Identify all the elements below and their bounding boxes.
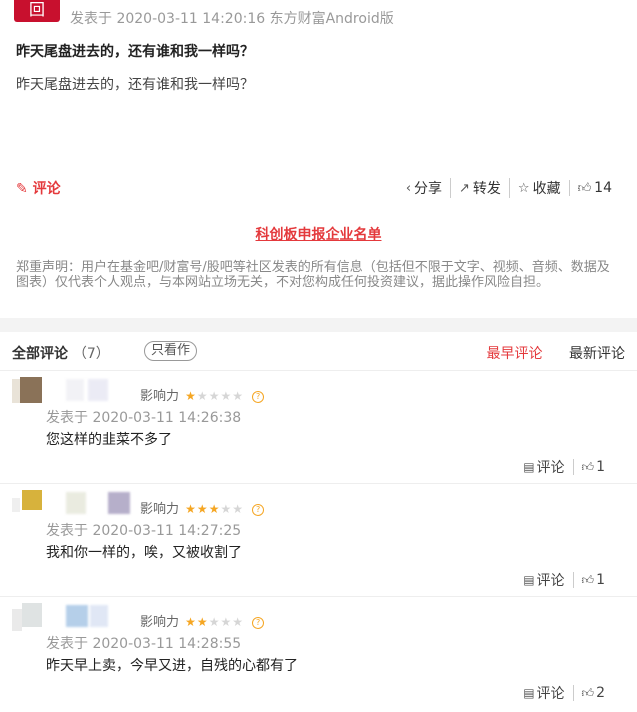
comment-text: 我和你一样的，唉，又被收割了 bbox=[46, 545, 242, 561]
star-icon: ☆ bbox=[517, 180, 530, 196]
like-button[interactable]: 👍︎ 1 bbox=[572, 459, 613, 475]
comments-title: 全部评论 （7） bbox=[12, 343, 110, 363]
sort-controls: 最早评论 最新评论 bbox=[487, 343, 625, 363]
influence-rating: 影响力 ★★★★★ ? bbox=[140, 385, 265, 404]
avatar[interactable] bbox=[12, 377, 42, 407]
avatar[interactable] bbox=[12, 603, 42, 633]
star-icon: ★ bbox=[220, 615, 233, 629]
comment-time: 发表于 2020-03-11 14:26:38 bbox=[46, 410, 242, 426]
reply-label: 评论 bbox=[536, 686, 565, 702]
forward-button[interactable]: ↗ 转发 bbox=[450, 178, 509, 198]
star-icon: ★ bbox=[220, 502, 233, 516]
post-actions: ‹ 分享 ↗ 转发 ☆ 收藏 👍︎ 14 bbox=[398, 178, 620, 198]
star-rating: ★★★★★ bbox=[185, 615, 244, 629]
comment-actions: ▤ 评论 👍︎ 1 bbox=[515, 457, 613, 477]
comment-icon: ▤ bbox=[523, 573, 535, 587]
promo-link[interactable]: 科创板申报企业名单 bbox=[0, 224, 637, 244]
comment-actions: ▤ 评论 👍︎ 2 bbox=[515, 683, 613, 703]
favorite-button[interactable]: ☆ 收藏 bbox=[508, 178, 569, 198]
forward-icon: ↗ bbox=[459, 180, 470, 196]
post-body: 昨天尾盘进去的，还有谁和我一样吗？ bbox=[16, 77, 254, 93]
comment-item: 影响力 ★★★★★ ? 发表于 2020-03-11 14:27:25 我和你一… bbox=[0, 484, 637, 597]
username-blurred bbox=[66, 379, 84, 401]
influence-rating: 影响力 ★★★★★ ? bbox=[140, 611, 265, 630]
comments-title-label: 全部评论 bbox=[12, 346, 68, 362]
star-rating: ★★★★★ bbox=[185, 389, 244, 403]
like-count: 2 bbox=[596, 685, 605, 701]
thumbs-up-icon: 👍︎ bbox=[581, 459, 595, 474]
forward-label: 转发 bbox=[472, 181, 501, 197]
comment-button[interactable]: ✎ 评论 bbox=[16, 178, 61, 198]
star-rating: ★★★★★ bbox=[185, 502, 244, 516]
star-icon: ★ bbox=[185, 615, 197, 629]
star-icon: ★ bbox=[196, 615, 209, 629]
brand-logo-icon[interactable]: 回 bbox=[14, 0, 60, 22]
help-icon[interactable]: ? bbox=[252, 504, 265, 516]
comment-actions: ▤ 评论 👍︎ 1 bbox=[515, 570, 613, 590]
star-icon: ★ bbox=[185, 389, 197, 403]
thumbs-up-icon: 👍︎ bbox=[581, 685, 595, 700]
comment-time: 发表于 2020-03-11 14:27:25 bbox=[46, 523, 242, 539]
reply-label: 评论 bbox=[536, 573, 565, 589]
share-button[interactable]: ‹ 分享 bbox=[398, 178, 450, 198]
star-icon: ★ bbox=[232, 615, 244, 629]
sort-earliest-button[interactable]: 最早评论 bbox=[487, 346, 543, 362]
star-icon: ★ bbox=[196, 502, 209, 516]
reply-button[interactable]: ▤ 评论 bbox=[515, 570, 572, 590]
share-label: 分享 bbox=[414, 181, 443, 197]
star-icon: ★ bbox=[208, 615, 221, 629]
influence-rating: 影响力 ★★★★★ ? bbox=[140, 498, 265, 517]
star-icon: ★ bbox=[232, 502, 244, 516]
comment-time: 发表于 2020-03-11 14:28:55 bbox=[46, 636, 242, 652]
like-button[interactable]: 👍︎ 2 bbox=[572, 685, 613, 701]
post-meta: 发表于 2020-03-11 14:20:16 东方财富Android版 bbox=[70, 11, 394, 27]
like-count: 1 bbox=[596, 459, 605, 475]
thumbs-up-icon: 👍︎ bbox=[581, 572, 595, 587]
disclaimer-text: 郑重声明：用户在基金吧/财富号/股吧等社区发表的所有信息（包括但不限于文字、视频… bbox=[16, 260, 610, 290]
favorite-label: 收藏 bbox=[532, 181, 561, 197]
like-count: 14 bbox=[594, 180, 612, 196]
pencil-icon: ✎ bbox=[16, 181, 28, 197]
thumbs-up-icon: 👍︎ bbox=[577, 180, 592, 196]
star-icon: ★ bbox=[196, 389, 209, 403]
like-button[interactable]: 👍︎ 1 bbox=[572, 572, 613, 588]
like-count: 1 bbox=[596, 572, 605, 588]
help-icon[interactable]: ? bbox=[252, 617, 265, 629]
only-author-toggle[interactable]: 只看作 bbox=[144, 341, 198, 361]
comment-icon: ▤ bbox=[523, 686, 535, 700]
influence-label: 影响力 bbox=[140, 502, 180, 517]
comment-label: 评论 bbox=[32, 181, 61, 197]
influence-label: 影响力 bbox=[140, 389, 180, 404]
reply-button[interactable]: ▤ 评论 bbox=[515, 683, 572, 703]
share-icon: ‹ bbox=[405, 180, 412, 196]
sort-latest-button[interactable]: 最新评论 bbox=[569, 346, 625, 362]
like-button[interactable]: 👍︎ 14 bbox=[568, 180, 620, 196]
reply-label: 评论 bbox=[536, 460, 565, 476]
post-card: 回 发表于 2020-03-11 14:20:16 东方财富Android版 昨… bbox=[0, 0, 637, 318]
influence-label: 影响力 bbox=[140, 615, 180, 630]
star-icon: ★ bbox=[185, 502, 197, 516]
comments-section: 全部评论 （7） 只看作 最早评论 最新评论 影响力 ★★★★★ ? 发表于 2… bbox=[0, 332, 637, 712]
username-blurred bbox=[66, 492, 86, 514]
comments-count: （7） bbox=[72, 346, 110, 362]
star-icon: ★ bbox=[208, 389, 221, 403]
help-icon[interactable]: ? bbox=[252, 391, 265, 403]
star-icon: ★ bbox=[232, 389, 244, 403]
reply-button[interactable]: ▤ 评论 bbox=[515, 457, 572, 477]
username-blurred bbox=[66, 605, 88, 627]
username-blurred bbox=[108, 492, 130, 514]
post-action-bar: ✎ 评论 ‹ 分享 ↗ 转发 ☆ 收藏 👍︎ 14 bbox=[16, 178, 620, 200]
star-icon: ★ bbox=[208, 502, 221, 516]
comment-icon: ▤ bbox=[523, 460, 535, 474]
comment-item: 影响力 ★★★★★ ? 发表于 2020-03-11 14:28:55 昨天早上… bbox=[0, 597, 637, 709]
star-icon: ★ bbox=[220, 389, 233, 403]
post-title: 昨天尾盘进去的，还有谁和我一样吗？ bbox=[16, 44, 254, 60]
comment-item: 影响力 ★★★★★ ? 发表于 2020-03-11 14:26:38 您这样的… bbox=[0, 371, 637, 484]
comment-text: 您这样的韭菜不多了 bbox=[46, 432, 172, 448]
comment-text: 昨天早上卖，今早又进，自残的心都有了 bbox=[46, 658, 298, 674]
avatar[interactable] bbox=[12, 490, 42, 520]
username-blurred bbox=[88, 379, 108, 401]
comments-header: 全部评论 （7） 只看作 最早评论 最新评论 bbox=[0, 332, 637, 371]
username-blurred bbox=[90, 605, 108, 627]
